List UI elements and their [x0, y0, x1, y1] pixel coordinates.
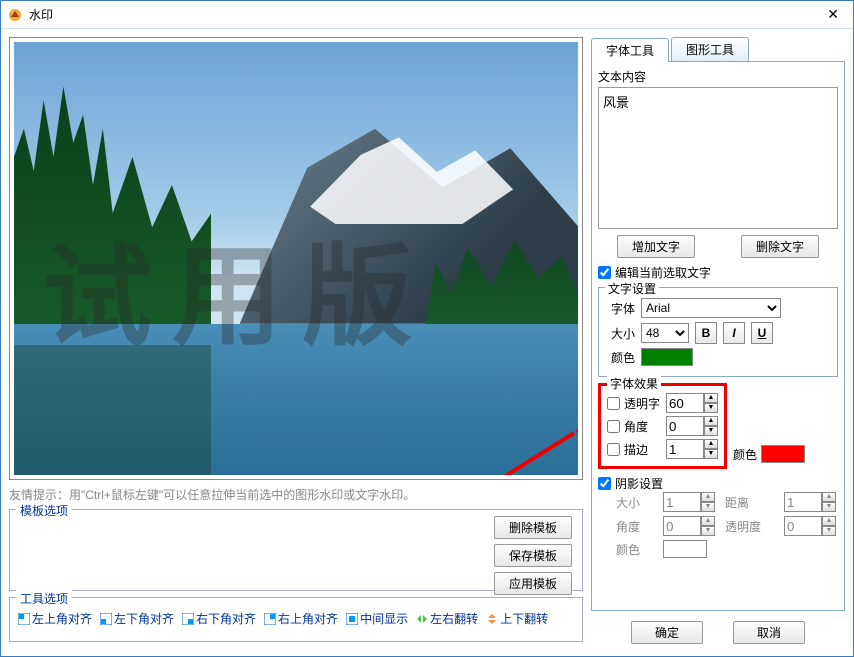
shadow-dist-input[interactable]	[784, 492, 822, 512]
edit-current-label: 编辑当前选取文字	[615, 264, 711, 281]
bold-button[interactable]: B	[695, 322, 717, 344]
spin-down-icon[interactable]: ▼	[704, 403, 718, 413]
tab-shape-tool[interactable]: 图形工具	[671, 37, 749, 61]
spin-up-icon[interactable]: ▲	[704, 393, 718, 403]
flip-vertical[interactable]: 上下翻转	[486, 610, 548, 627]
delete-template-button[interactable]: 删除模板	[494, 516, 572, 539]
tab-font-tool[interactable]: 字体工具	[591, 38, 669, 62]
font-effect-label: 字体效果	[607, 375, 661, 392]
italic-button[interactable]: I	[723, 322, 745, 344]
edit-current-checkbox[interactable]	[598, 266, 611, 279]
apply-template-button[interactable]: 应用模板	[494, 572, 572, 595]
align-bottom-right[interactable]: 右下角对齐	[182, 610, 256, 627]
tool-section-label: 工具选项	[16, 590, 72, 607]
cancel-button[interactable]: 取消	[733, 621, 805, 644]
align-center[interactable]: 中间显示	[346, 610, 408, 627]
preview-area[interactable]: 试用版	[9, 37, 583, 480]
size-select[interactable]: 48	[641, 323, 689, 343]
align-top-left[interactable]: 左上角对齐	[18, 610, 92, 627]
font-select[interactable]: Arial	[641, 298, 781, 318]
hint-text: 友情提示：用"Ctrl+鼠标左键"可以任意拉伸当前选中的图形水印或文字水印。	[9, 486, 583, 503]
stroke-checkbox[interactable]	[607, 443, 620, 456]
shadow-angle-input[interactable]	[663, 516, 701, 536]
add-text-button[interactable]: 增加文字	[617, 235, 695, 258]
watermark-overlay: 试用版	[42, 207, 432, 367]
text-color-picker[interactable]	[641, 348, 693, 366]
app-icon	[7, 7, 23, 23]
opacity-input[interactable]	[666, 393, 704, 413]
titlebar: 水印 ✕	[1, 1, 853, 29]
shadow-size-input[interactable]	[663, 492, 701, 512]
text-content-input[interactable]: 风景	[598, 87, 838, 229]
flip-horizontal[interactable]: 左右翻转	[416, 610, 478, 627]
watermark-dialog: 水印 ✕ 试用版 友情提示：用"Ctrl+鼠标左键"可以任意拉伸当前选中的图形水…	[0, 0, 854, 657]
template-section-label: 模板选项	[16, 502, 72, 519]
effect-color-picker[interactable]	[761, 445, 805, 463]
ok-button[interactable]: 确定	[631, 621, 703, 644]
align-bottom-left[interactable]: 左下角对齐	[100, 610, 174, 627]
opacity-checkbox[interactable]	[607, 397, 620, 410]
shadow-checkbox[interactable]	[598, 477, 611, 490]
underline-button[interactable]: U	[751, 322, 773, 344]
shadow-color-picker[interactable]	[663, 540, 707, 558]
shadow-opacity-input[interactable]	[784, 516, 822, 536]
close-icon[interactable]: ✕	[819, 4, 847, 25]
align-top-right[interactable]: 右上角对齐	[264, 610, 338, 627]
window-title: 水印	[29, 6, 53, 23]
angle-checkbox[interactable]	[607, 420, 620, 433]
angle-input[interactable]	[666, 416, 704, 436]
stroke-input[interactable]	[666, 439, 704, 459]
save-template-button[interactable]: 保存模板	[494, 544, 572, 567]
text-content-label: 文本内容	[598, 68, 838, 85]
delete-text-button[interactable]: 删除文字	[741, 235, 819, 258]
text-settings-label: 文字设置	[605, 280, 659, 297]
